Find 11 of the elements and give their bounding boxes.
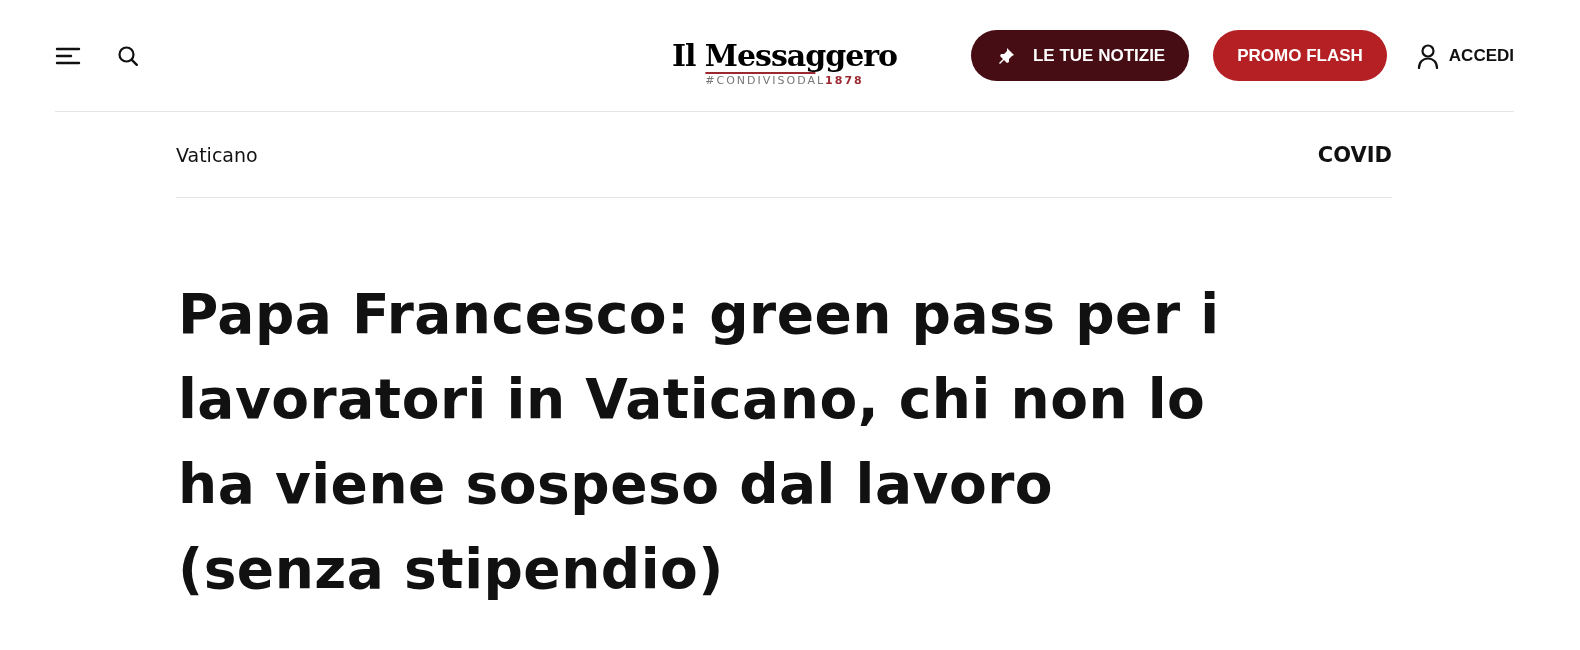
search-icon[interactable] <box>117 44 139 67</box>
login-button[interactable]: ACCEDI <box>1410 42 1514 69</box>
article-headline: Papa Francesco: green pass per i lavoratori in Vaticano, chi non lo ha viene sospeso dal lavoro (senza stipendio) <box>178 281 1221 603</box>
promo-button[interactable]: PROMO FLASH <box>1213 30 1387 81</box>
topic-tag-link[interactable]: COVID <box>1317 142 1392 167</box>
user-icon <box>1416 42 1439 69</box>
menu-icon[interactable] <box>55 45 81 66</box>
your-news-button[interactable]: LE TUE NOTIZIE <box>971 30 1190 81</box>
section-link[interactable]: Vaticano <box>176 143 258 166</box>
pin-icon <box>997 46 1015 65</box>
site-logo[interactable]: Il Messaggero #CONDIVISODAL 1878 <box>671 40 898 88</box>
